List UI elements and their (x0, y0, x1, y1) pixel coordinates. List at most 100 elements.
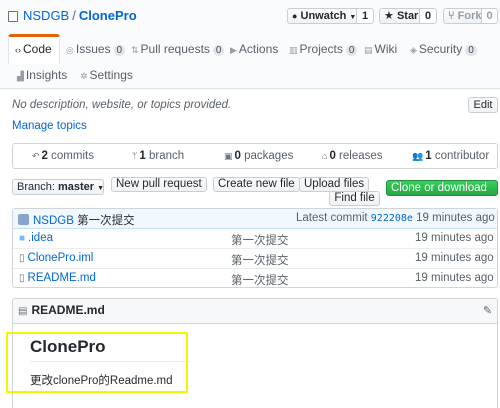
file-name-link[interactable]: ■ .idea (19, 232, 53, 244)
file-commit-message[interactable]: 第一次提交 (231, 232, 289, 248)
repo-name-link[interactable]: ClonePro (79, 8, 137, 23)
file-age: 19 minutes ago (415, 252, 494, 264)
clone-download-label: Clone or download (391, 182, 487, 194)
summary-packages[interactable]: ▣ 0 packages (224, 150, 293, 162)
file-icon: ▯ (19, 253, 25, 264)
tab-pull-requests-label: Pull requests (140, 42, 210, 56)
commit-sha-link[interactable]: 922208e (371, 213, 413, 224)
file-commit-message[interactable]: 第一次提交 (231, 272, 289, 288)
tab-issues[interactable]: ◎ Issues 0 (66, 38, 126, 60)
packages-label: packages (244, 150, 294, 162)
project-icon: ▥ (289, 45, 298, 55)
fork-label: Fork (457, 10, 482, 22)
commits-label: commits (51, 150, 94, 162)
chevron-down-icon: ▼ (391, 200, 398, 207)
repo-title: NSDGB / ClonePro (8, 8, 137, 23)
summary-branches[interactable]: ᛘ1 branch (132, 150, 184, 162)
tab-settings[interactable]: ✲ Settings (80, 64, 133, 86)
packages-count: 0 (234, 150, 241, 162)
pencil-icon[interactable]: ✎ (483, 304, 492, 317)
file-name: README.md (27, 272, 96, 284)
repo-description: No description, website, or topics provi… (12, 99, 232, 111)
file-name: ClonePro.iml (27, 252, 94, 264)
tab-projects[interactable]: ▥ Projects 0 (289, 38, 358, 60)
tab-projects-count: 0 (345, 45, 358, 56)
file-commit-message[interactable]: 第一次提交 (231, 252, 289, 268)
file-icon: ▯ (19, 273, 25, 284)
latest-commit-info: NSDGB 第一次提交 (18, 212, 135, 228)
actions-icon: ▶ (230, 45, 237, 55)
tab-code-label: Code (23, 42, 52, 56)
unwatch-label: Unwatch (300, 10, 347, 22)
tab-pull-requests[interactable]: ⇅ Pull requests 0 (131, 38, 225, 60)
fork-button[interactable]: ⑂ Fork (443, 8, 482, 24)
summary-contributors[interactable]: 👥 1 contributor (412, 150, 489, 162)
fork-icon: ⑂ (448, 10, 455, 22)
watch-count[interactable]: 1 (356, 8, 374, 24)
tab-security-count: 0 (465, 45, 477, 56)
star-icon: ★ (384, 10, 394, 22)
commits-count: 2 (41, 150, 48, 162)
branch-prefix: Branch: (17, 181, 55, 193)
file-name-link[interactable]: ▯ README.md (19, 272, 96, 284)
tag-icon: ⌂ (322, 151, 328, 161)
repo-icon (8, 11, 18, 22)
avatar[interactable] (18, 214, 29, 225)
repo-owner-link[interactable]: NSDGB (23, 8, 69, 23)
branch-name: master (57, 181, 95, 193)
tab-wiki[interactable]: ▤ Wiki (364, 38, 397, 60)
new-pull-request-button[interactable]: New pull request (111, 177, 207, 192)
latest-commit-meta: Latest commit 922208e 19 minutes ago (296, 212, 495, 224)
highlight-box (6, 332, 188, 393)
tab-pull-requests-count: 0 (212, 45, 225, 56)
chevron-down-icon: ▼ (97, 185, 105, 192)
create-new-file-button[interactable]: Create new file (213, 177, 300, 192)
contributors-label: contributor (434, 150, 490, 162)
tab-actions[interactable]: ▶ Actions (230, 38, 278, 60)
readme-filename: README.md (31, 303, 105, 317)
file-age: 19 minutes ago (415, 232, 494, 244)
tab-issues-count: 0 (113, 45, 126, 56)
tab-code[interactable]: ‹› Code (8, 34, 60, 64)
summary-releases[interactable]: ⌂ 0 releases (322, 150, 383, 162)
code-icon: ‹› (15, 45, 21, 55)
tab-insights[interactable]: ▟ Insights (17, 64, 67, 86)
branch-select[interactable]: Branch: master ▼ (12, 179, 104, 195)
branch-icon: ᛘ (132, 151, 138, 161)
tab-security[interactable]: ◈ Security 0 (410, 38, 477, 60)
releases-label: releases (339, 150, 383, 162)
repo-title-separator: / (72, 8, 76, 23)
edit-description-button[interactable]: Edit (468, 97, 498, 113)
branches-label: branch (149, 150, 185, 162)
tab-wiki-label: Wiki (374, 42, 398, 56)
tab-actions-label: Actions (238, 42, 279, 56)
tab-insights-label: Insights (25, 68, 68, 82)
upload-files-button[interactable]: Upload files (299, 177, 370, 192)
branches-count: 1 (139, 150, 146, 162)
file-name-link[interactable]: ▯ ClonePro.iml (19, 252, 93, 264)
manage-topics-link[interactable]: Manage topics (12, 120, 87, 132)
latest-commit-prefix: Latest commit (296, 212, 368, 224)
package-icon: ▣ (224, 151, 233, 161)
readme-title: ▤ README.md (18, 303, 105, 317)
clone-download-button[interactable]: Clone or download ▼ (386, 180, 498, 207)
summary-commits[interactable]: ↶ 2 commits (32, 150, 94, 162)
fork-count[interactable]: 0 (481, 8, 498, 24)
releases-count: 0 (329, 150, 336, 162)
tab-security-label: Security (418, 42, 463, 56)
commit-message-link[interactable]: 第一次提交 (77, 215, 135, 227)
folder-icon: ■ (19, 233, 26, 244)
star-count[interactable]: 0 (419, 8, 437, 24)
shield-icon: ◈ (410, 45, 417, 55)
star-label: Star (396, 10, 419, 22)
graph-icon: ▟ (17, 71, 24, 81)
star-button[interactable]: ★ Star (379, 8, 420, 24)
latest-commit-age: 19 minutes ago (416, 212, 495, 224)
history-icon: ↶ (32, 151, 40, 161)
find-file-button[interactable]: Find file (329, 191, 380, 206)
gear-icon: ✲ (80, 71, 88, 81)
commit-author-link[interactable]: NSDGB (33, 215, 74, 227)
unwatch-button[interactable]: ● Unwatch ▼ (287, 8, 357, 24)
tab-issues-label: Issues (75, 42, 111, 56)
file-age: 19 minutes ago (415, 272, 494, 284)
